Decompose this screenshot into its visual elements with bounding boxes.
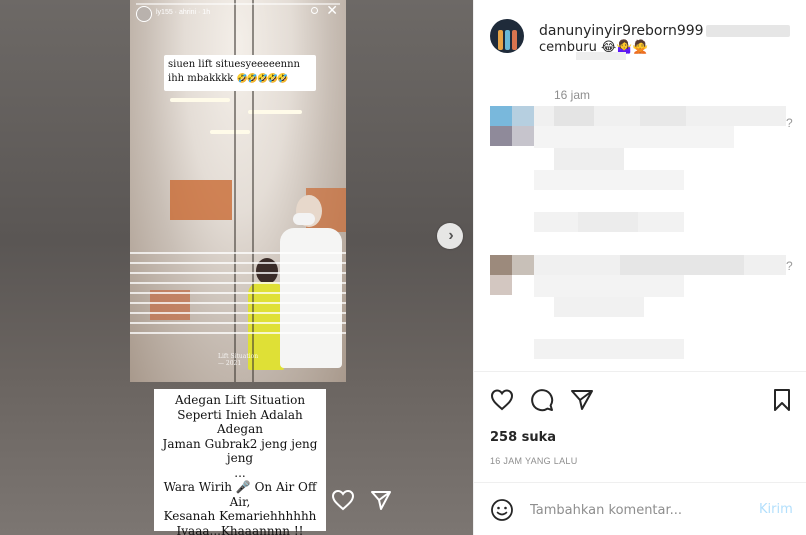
redacted-text-block [640, 106, 686, 126]
posted-timestamp: 16 JAM YANG LALU [490, 456, 578, 466]
heart-icon [331, 489, 355, 511]
like-count[interactable]: 258 suka [490, 430, 556, 445]
person-white-shirt [280, 228, 342, 368]
store-shelf [170, 180, 232, 220]
redacted-avatar-block [490, 106, 512, 126]
redacted-text-block [578, 212, 638, 232]
sticker-line-1: siuen lift situesyeeeeennn [168, 59, 301, 70]
redacted-avatar-block [512, 126, 534, 146]
avatar-figure [505, 30, 510, 50]
redacted-mark: ? [786, 116, 793, 130]
redacted-text-block [554, 297, 644, 317]
face-mask [293, 213, 315, 225]
overlay-caption: Adegan Lift Situation Seperti Inieh Adal… [154, 389, 326, 535]
sticker-line-2: ihh mbakkkk 🤣🤣🤣🤣🤣 [168, 72, 312, 86]
camera-dot-icon [311, 7, 318, 14]
glass-rail [130, 252, 346, 254]
redacted-username [706, 25, 790, 37]
redacted-comment: ? [490, 255, 793, 363]
redacted-text-block [620, 255, 744, 275]
redacted-text [576, 52, 626, 60]
redacted-avatar-block [512, 255, 534, 275]
redacted-text-block [554, 148, 624, 170]
glass-rail [130, 272, 346, 274]
redacted-text-block [534, 170, 684, 190]
smiley-icon[interactable] [490, 498, 514, 522]
glass-rail [130, 312, 346, 314]
redacted-avatar-block [512, 106, 534, 126]
post-username[interactable]: danunyinyir9reborn999 [539, 23, 704, 39]
laughing-emoji-row: 🤣🤣🤣🤣🤣 [236, 74, 289, 84]
story-username: ly155 · ahrini · 1h [156, 9, 211, 16]
caption-line: Seperti Inieh Adalah Adegan [177, 407, 303, 437]
redacted-avatar-block [490, 126, 512, 146]
next-media-button[interactable]: › [437, 223, 463, 249]
avatar-figure [512, 30, 517, 50]
redacted-avatar-block [490, 255, 512, 275]
ceiling-light [170, 98, 230, 102]
sticker-line-2-text: ihh mbakkkk [168, 73, 234, 84]
post-actions: 258 suka 16 JAM YANG LALU [474, 371, 806, 481]
avatar[interactable] [490, 19, 524, 53]
glass-rail [130, 302, 346, 304]
caption-line: Jaman Gubrak2 jeng jeng [162, 436, 318, 451]
post-comment-button[interactable]: Kirim [759, 502, 793, 517]
bookmark-icon[interactable] [770, 388, 794, 412]
ceiling-light [210, 130, 250, 134]
add-comment-bar: Kirim [474, 482, 806, 535]
redacted-comment: ? [490, 106, 793, 236]
caption-line: Adegan Lift Situation [174, 393, 306, 407]
redacted-text-block [534, 126, 734, 148]
caption-line: Iyaaa...Khaaannnn !! [176, 523, 304, 535]
story-avatar [136, 6, 152, 22]
avatar-figure [498, 30, 503, 50]
paper-plane-icon [371, 491, 391, 510]
ceiling-light [248, 110, 302, 114]
paper-plane-icon[interactable] [570, 388, 594, 412]
glass-rail [130, 332, 346, 334]
caption-line: Air, [229, 494, 251, 509]
caption-line: Kesanah Kemariehhhhhh [163, 509, 317, 523]
glass-rail [130, 322, 346, 324]
comments-panel: danunyinyir9reborn999 cemburu 😂🤷‍♀️🙅 16 … [473, 0, 806, 535]
redacted-avatar-block [490, 275, 512, 295]
heart-icon[interactable] [490, 388, 514, 412]
redacted-text-block [534, 275, 684, 297]
caption-line: jeng [226, 451, 254, 465]
glass-rail [130, 282, 346, 284]
close-icon: ✕ [326, 2, 338, 18]
redacted-text-block [554, 106, 594, 126]
caption-line: ... [234, 465, 246, 480]
story-progress-bar [136, 3, 340, 5]
story-screenshot: ly155 · ahrini · 1h ✕ siuen lift situesy… [130, 0, 346, 382]
glass-rail [130, 262, 346, 264]
watermark-line-1: Lift Situation [218, 353, 259, 360]
redacted-text-block [534, 339, 684, 359]
comment-bubble-icon[interactable] [530, 388, 554, 412]
post-media[interactable]: ly155 · ahrini · 1h ✕ siuen lift situesy… [0, 0, 473, 535]
post-header: danunyinyir9reborn999 cemburu 😂🤷‍♀️🙅 16 … [488, 16, 798, 102]
story-text-sticker: siuen lift situesyeeeeennn ihh mbakkkk 🤣… [164, 55, 316, 91]
story-watermark: Lift Situation — 2021 [218, 353, 258, 367]
redacted-mark: ? [786, 259, 793, 273]
caption-line: Wara Wirih 🎤 On Air Off [163, 480, 317, 494]
comment-input[interactable] [530, 499, 750, 521]
post-time[interactable]: 16 jam [554, 88, 590, 102]
store-shelf [150, 290, 190, 320]
glass-rail [130, 292, 346, 294]
watermark-line-2: — 2021 [218, 360, 242, 367]
chevron-right-icon: › [448, 227, 454, 244]
